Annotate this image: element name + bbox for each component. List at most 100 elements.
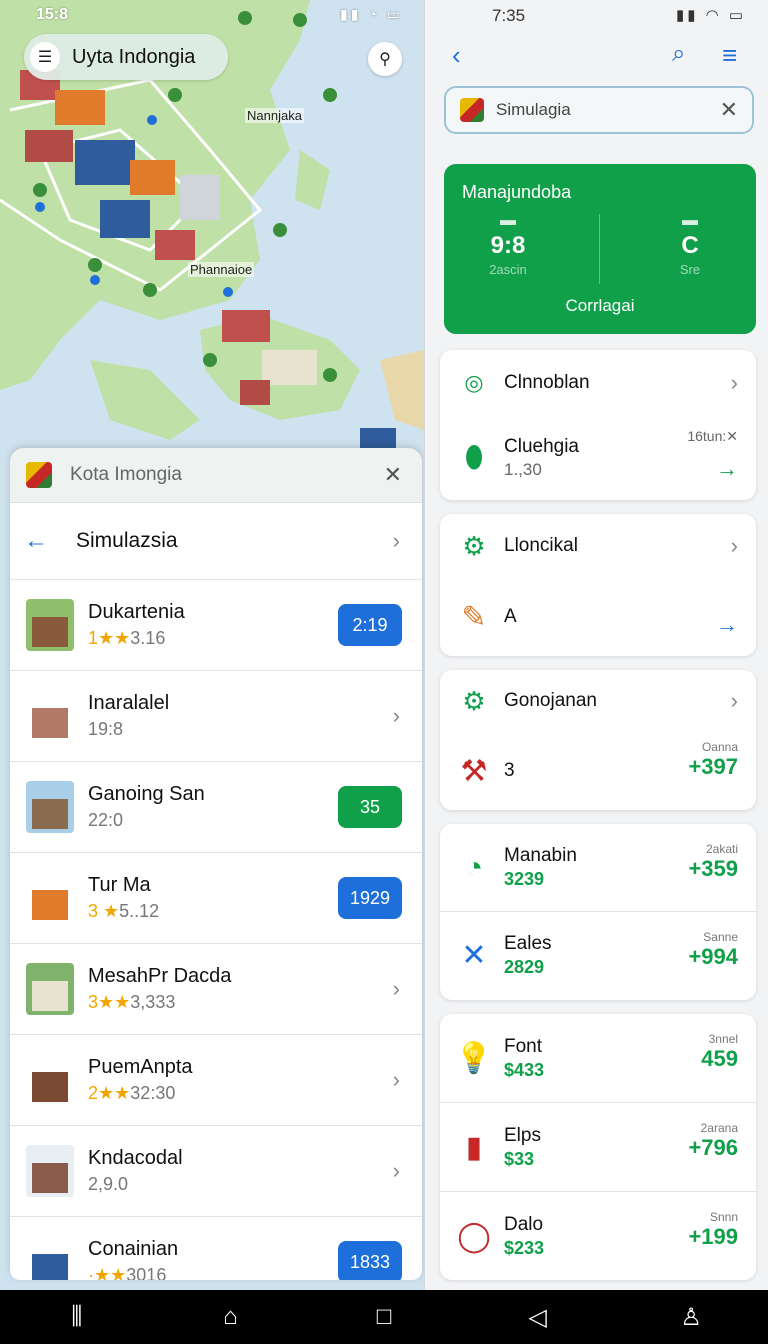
value-label: Sanne [703,930,738,944]
value-amount: +796 [688,1135,738,1160]
list-item-text: Inaralalel 19:8 [88,692,393,740]
list-item-title: Kndacodal [88,1147,183,1169]
search-input[interactable]: Simulagia ✕ [444,86,754,134]
list-item-title: Tur Ma [88,874,151,896]
finance-row[interactable]: ◔ Manabin 3239 2akati +359 [440,824,756,911]
building-icon [26,1236,74,1280]
sheet-subtitle: Simulazsia [76,529,178,552]
finance-row[interactable]: ✕ Eales 2829 Sanne +994 [440,912,756,999]
back-arrow-icon[interactable]: ‹ [452,40,461,71]
home-icon[interactable]: ⌂ [200,1303,260,1331]
search-icon[interactable]: ⌕ [672,40,685,68]
map-search-bar[interactable]: ☰ Uyta Indongia [24,34,228,80]
finance-value: Snnn +199 [688,1210,738,1250]
finance-value: Sanne +994 [688,930,738,970]
gear-icon: ⚙ [462,685,486,716]
bottom-sheet: Kota Imongia ✕ ← Simulazsia › Dukartenia… [10,448,422,1280]
square-icon[interactable]: □ [354,1303,414,1331]
finance-name: Font [504,1035,543,1057]
list-item-rating: 1★★3.16 [88,628,338,649]
building-icon [26,872,74,924]
tools-icon: ✕ [461,939,487,972]
summary-card[interactable]: Manajundoba ▬ 9:8 2ascin ▬ C Sre Corrlag… [444,164,756,334]
menu-icon[interactable]: ≡ [722,40,737,71]
list-item[interactable]: Inaralalel 19:8 › [10,671,422,762]
stat-label: 2ascin [489,262,527,277]
map-panel[interactable]: 15:8 ▮▮ ◔ ▭ ☰ Uyta Indongia ⚲ Nannjaka P… [0,0,425,1290]
star-rating-icon: 3★★ [88,992,131,1012]
card-detail[interactable]: ✎ A → [440,578,756,656]
back-icon[interactable]: ◁ [508,1303,568,1332]
divider [599,214,600,284]
layers-icon[interactable]: ⚲ [368,42,402,76]
card-header[interactable]: ⚙ Gonojanan › [440,670,756,732]
card-detail[interactable]: ⬮ Cluehgia 1.,30 16tun:✕ → [440,416,756,500]
building-icon [26,1054,74,1106]
list-item[interactable]: MesahPr Dacda 3★★3,333 › [10,944,422,1035]
list-item-text: MesahPr Dacda 3★★3,333 [88,965,393,1013]
list-item-title: Ganoing San [88,783,205,805]
value-label: 2arana [700,1121,738,1135]
finance-row[interactable]: ▮ Elps $33 2arana +796 [440,1103,756,1191]
list-item[interactable]: PuemAnpta 2★★32:30 › [10,1035,422,1126]
close-icon[interactable]: ✕ [720,97,738,123]
category-card[interactable]: ⚙ Lloncikal › ✎ A → [440,514,756,656]
count-badge[interactable]: 35 [338,786,402,828]
back-arrow-icon[interactable]: ← [24,527,48,555]
list-item[interactable]: Conainian ·★★3016 1833 [10,1217,422,1280]
list-item[interactable]: Tur Ma 3 ★5..12 1929 [10,853,422,944]
chevron-right-icon: › [730,533,738,558]
screwdriver-icon: ⚒ [460,754,488,788]
list-item[interactable]: Dukartenia 1★★3.16 2:19 [10,580,422,671]
value-label: Oanna [701,740,738,754]
recents-icon[interactable]: ⫼ [47,1303,107,1331]
count-badge[interactable]: 1929 [338,877,402,919]
finance-card[interactable]: 💡 Font $433 3nnel 459 ▮ Elps $33 2arana … [440,1014,756,1280]
finance-card[interactable]: ◔ Manabin 3239 2akati +359 ✕ Eales 2829 … [440,824,756,1000]
finance-value: 2akati +359 [688,842,738,882]
list-item-text: Conainian ·★★3016 [88,1238,338,1280]
finance-row[interactable]: ◯ Dalo $233 Snnn +199 [440,1192,756,1280]
sheet-header: Kota Imongia ✕ [10,448,422,503]
chevron-right-icon: › [392,976,400,1001]
finance-name: Dalo [504,1213,544,1235]
arrow-right-icon[interactable]: → [716,456,738,482]
star-rating-icon: ·★★ [88,1265,127,1280]
list-item-title: Conainian [88,1238,179,1260]
chevron-right-icon: › [392,1158,400,1183]
close-icon[interactable]: ✕ [384,462,402,488]
summary-action-button[interactable]: Corrlagai [444,296,756,316]
rating-value: 32:30 [130,1083,176,1103]
category-card[interactable]: ⚙ Gonojanan › ⚒ 3 Oanna +397 [440,670,756,810]
map-label: Nannjaka [245,108,304,123]
list-item-rating: 2★★32:30 [88,1083,393,1104]
card-header[interactable]: ◎ Clnnoblan › [440,350,756,416]
menu-icon[interactable]: ☰ [30,42,60,72]
pie-chart-icon: ◔ [464,850,484,884]
building-icon [26,781,74,833]
list-item-rating: 3 ★5..12 [88,901,338,922]
search-text: Simulagia [496,100,571,119]
detail-value: Oanna +397 [688,740,738,780]
card-header[interactable]: ⚙ Lloncikal › [440,514,756,578]
summary-stat: ▬ 9:8 2ascin [458,212,558,277]
list-item[interactable]: Kndacodal 2,9.0 › [10,1126,422,1217]
chevron-right-icon: › [730,370,738,395]
list-item[interactable]: Ganoing San 22:0 35 [10,762,422,853]
count-badge[interactable]: 2:19 [338,604,402,646]
count-badge[interactable]: 1833 [338,1241,402,1280]
map-label: Phannaioe [188,262,255,277]
arrow-right-icon[interactable]: → [716,612,738,638]
rating-value: 3.16 [130,628,166,648]
list-item-title: Inaralalel [88,692,170,714]
finance-row[interactable]: 💡 Font $433 3nnel 459 [440,1014,756,1102]
category-card[interactable]: ◎ Clnnoblan › ⬮ Cluehgia 1.,30 16tun:✕ → [440,350,756,500]
rating-value: 3016 [126,1265,167,1280]
card-detail[interactable]: ⚒ 3 Oanna +397 [440,732,756,810]
lightbulb-icon: 💡 [455,1041,493,1075]
person-icon[interactable]: ♙ [661,1303,721,1332]
chevron-right-icon: › [730,688,738,713]
list-item-title: Dukartenia [88,601,185,623]
sheet-subheader[interactable]: ← Simulazsia › [10,503,422,580]
value-label: 3nnel [708,1032,738,1046]
